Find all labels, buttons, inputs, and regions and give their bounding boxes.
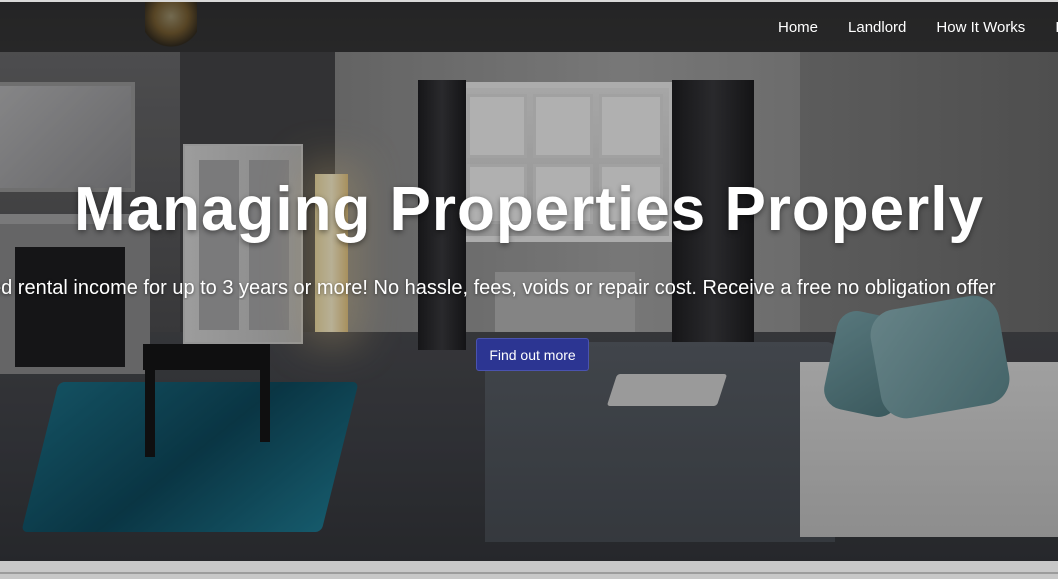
top-navigation: Home Landlord How It Works FA: [0, 2, 1058, 52]
nav-item-landlord[interactable]: Landlord: [848, 19, 906, 36]
nav-menu: Home Landlord How It Works FA: [778, 19, 1058, 36]
find-out-more-button[interactable]: Find out more: [476, 338, 589, 371]
nav-item-how-it-works[interactable]: How It Works: [936, 19, 1025, 36]
hero-subtitle-text: ed rental income for up to 3 years or mo…: [0, 277, 996, 299]
hero-title: Managing Properties Properly: [74, 175, 984, 244]
hero-subtitle: ed rental income for up to 3 years or mo…: [0, 277, 1058, 300]
nav-item-home[interactable]: Home: [778, 19, 818, 36]
footer-strip: [0, 561, 1058, 579]
footer-divider: [0, 572, 1058, 574]
